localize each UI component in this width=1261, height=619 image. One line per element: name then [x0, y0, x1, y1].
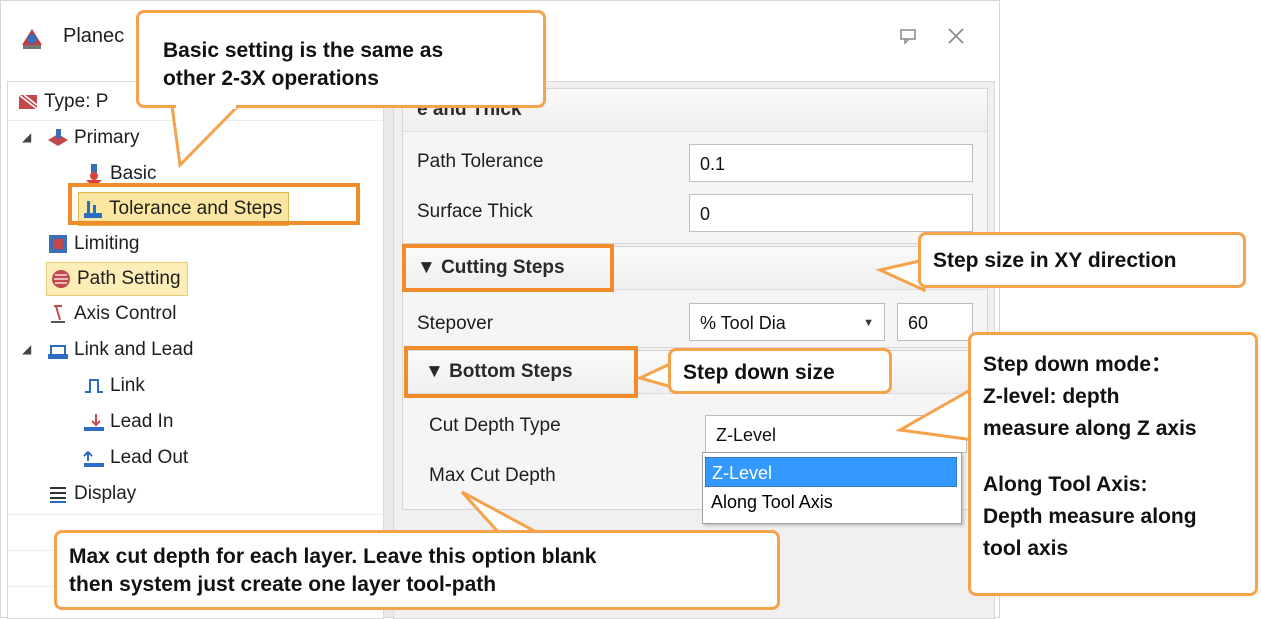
- callout-step-down-mode: Step down mode： Z-level: depth measure a…: [968, 332, 1258, 596]
- callout-max-cut: Max cut depth for each layer. Leave this…: [54, 530, 780, 610]
- callout-mode-line3: measure along Z axis: [983, 417, 1197, 440]
- callout-mode-line4: Along Tool Axis:: [983, 473, 1148, 496]
- callout-basic-line2: other 2-3X operations: [163, 67, 379, 90]
- callout-tail-cover: [176, 103, 236, 109]
- callout-xy-step-text: Step size in XY direction: [933, 249, 1177, 272]
- callout-mode-line6: tool axis: [983, 537, 1069, 560]
- callout-basic-setting: Basic setting is the same as other 2-3X …: [136, 10, 546, 108]
- callout-step-down: Step down size: [668, 348, 892, 394]
- callout-basic-line1: Basic setting is the same as: [163, 39, 444, 62]
- callout-mode-line2: Z-level: depth: [983, 385, 1120, 408]
- callout-mode-line1: Step down mode：: [983, 353, 1172, 376]
- callout-mode-line5: Depth measure along: [983, 505, 1197, 528]
- callout-step-down-text: Step down size: [683, 361, 835, 384]
- callout-xy-step: Step size in XY direction: [918, 232, 1246, 288]
- callout-max-cut-line2: then system just create one layer tool-p…: [69, 573, 497, 596]
- callout-max-cut-line1: Max cut depth for each layer. Leave this…: [69, 545, 597, 568]
